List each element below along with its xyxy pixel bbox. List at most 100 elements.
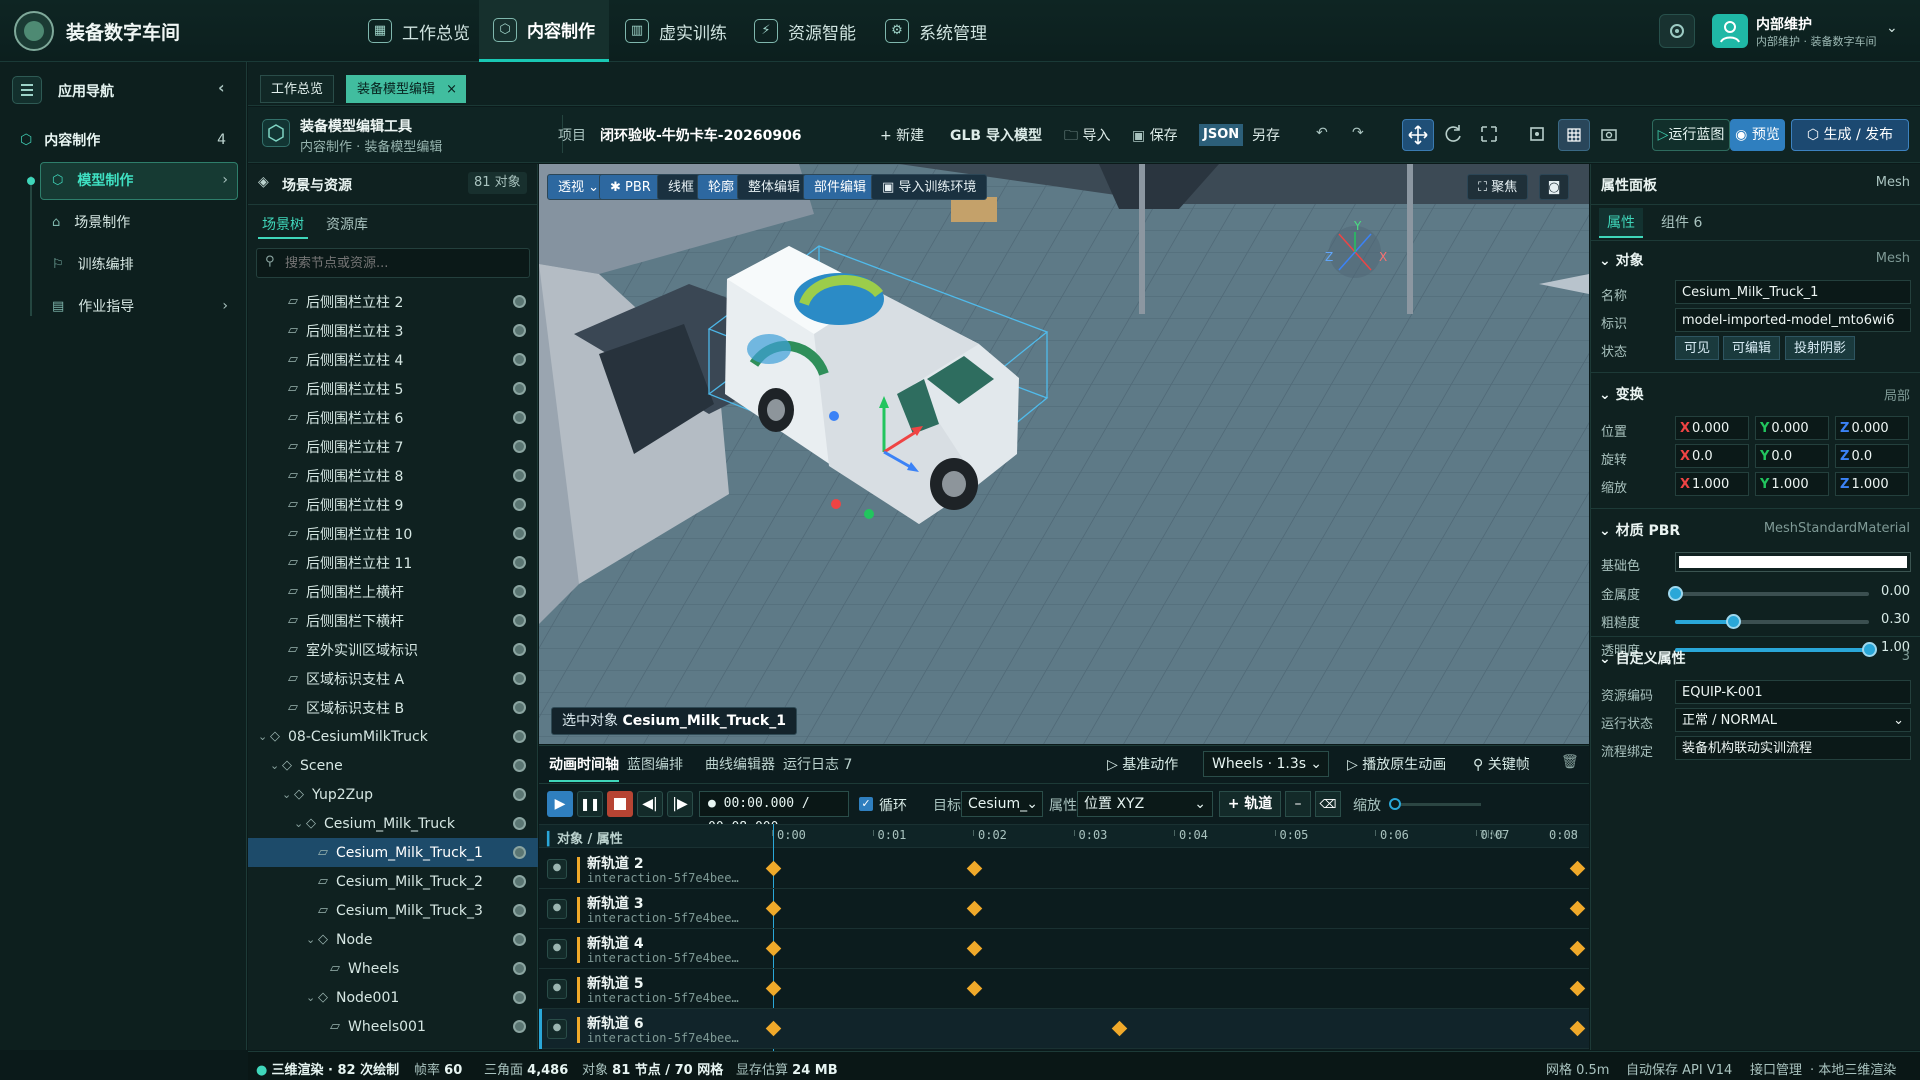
rotate-tool-icon[interactable] [1438, 119, 1470, 151]
keyframe-marker[interactable] [765, 980, 782, 997]
frame-tool-icon[interactable] [1522, 119, 1554, 151]
tree-node[interactable]: ▱ 后侧围栏立柱 3 [248, 316, 538, 345]
timeline-track[interactable]: ● 新轨道 6 interaction-5f7e4bee… [539, 1009, 1589, 1049]
name-field[interactable]: Cesium_Milk_Truck_1 [1675, 280, 1911, 304]
grid-toggle-icon[interactable] [1558, 119, 1590, 151]
track-visibility-icon[interactable]: ● [547, 859, 567, 879]
tab-model-editor[interactable]: 装备模型编辑 × [346, 75, 467, 103]
delete-icon[interactable]: 🗑 [1561, 754, 1579, 770]
tree-node[interactable]: ▱ Cesium_Milk_Truck_1 [248, 838, 538, 867]
visibility-eye-icon[interactable] [513, 614, 526, 627]
visibility-eye-icon[interactable] [513, 788, 526, 801]
chevron-down-icon[interactable]: ⌄ [306, 991, 318, 1004]
section-custom[interactable]: ⌄ 自定义属性 [1599, 648, 1686, 668]
keyframe-marker[interactable] [966, 980, 983, 997]
tree-node[interactable]: ⌄ ◇ Yup2Zup [248, 780, 538, 809]
tab-overview[interactable]: 工作总览 [260, 75, 335, 103]
id-field[interactable]: model-imported-model_mto6wi6 [1675, 308, 1911, 332]
visibility-eye-icon[interactable] [513, 991, 526, 1004]
settings-button[interactable] [1659, 14, 1695, 48]
save-button[interactable]: ▣ 保存 [1132, 125, 1178, 145]
tree-node[interactable]: ▱ Cesium_Milk_Truck_3 [248, 896, 538, 925]
section-object[interactable]: ⌄ 对象 [1599, 250, 1644, 270]
screenshot-icon[interactable]: ◙ [1539, 174, 1569, 200]
keyframe-marker[interactable] [1111, 1020, 1127, 1037]
tree-node[interactable]: ▱ 后侧围栏立柱 2 [248, 287, 538, 316]
material-slider[interactable] [1675, 614, 1869, 629]
nav-item-1[interactable]: ⌂ 场景制作 [40, 204, 238, 240]
clip-select[interactable]: Wheels · 1.3s ⌄ [1203, 751, 1329, 777]
json-export-button[interactable]: JSON [1199, 124, 1244, 146]
custom-prop-field[interactable]: 装备机构联动实训流程 [1675, 736, 1911, 760]
collapse-chevron-icon[interactable]: ‹ [218, 78, 225, 97]
chevron-down-icon[interactable]: ⌄ [270, 759, 282, 772]
tree-node[interactable]: ▱ 后侧围栏立柱 10 [248, 519, 538, 548]
visibility-eye-icon[interactable] [513, 527, 526, 540]
tab-scene-tree[interactable]: 场景树 [258, 211, 308, 239]
track-visibility-icon[interactable]: ● [547, 939, 567, 959]
undo-icon[interactable]: ↶ [1316, 125, 1328, 141]
visibility-eye-icon[interactable] [513, 846, 526, 859]
keyframe-marker[interactable] [966, 860, 983, 877]
menu-icon[interactable] [12, 76, 42, 104]
viewport-mode-button-1[interactable]: ✱ PBR [599, 174, 662, 200]
visibility-eye-icon[interactable] [513, 324, 526, 337]
topnav-item-4[interactable]: ⚙ 系统管理 [871, 0, 1001, 62]
timeline-track[interactable]: ● 新轨道 4 interaction-5f7e4bee… [539, 929, 1589, 969]
tree-node[interactable]: ▱ 后侧围栏立柱 6 [248, 403, 538, 432]
attribute-select[interactable]: 位置 XYZ ⌄ [1077, 791, 1213, 817]
target-select[interactable]: Cesium_ ⌄ [961, 791, 1043, 817]
chevron-down-icon[interactable]: ⌄ [306, 933, 318, 946]
tree-node[interactable]: ▱ Cesium_Milk_Truck_2 [248, 867, 538, 896]
viewport-mode-button-4[interactable]: 整体编辑 [737, 174, 812, 200]
slider-knob[interactable] [1668, 586, 1683, 601]
tree-node[interactable]: ▱ 后侧围栏立柱 5 [248, 374, 538, 403]
tree-node[interactable]: ▱ 区域标识支柱 A [248, 664, 538, 693]
move-tool-icon[interactable] [1402, 119, 1434, 151]
keyframe-marker[interactable] [765, 860, 782, 877]
transform-x-field[interactable]: X 0.000 [1675, 416, 1749, 440]
keyframe-marker[interactable] [765, 1020, 782, 1037]
transform-z-field[interactable]: Z 0.0 [1835, 444, 1909, 468]
tree-node[interactable]: ▱ 后侧围栏上横杆 [248, 577, 538, 606]
visibility-eye-icon[interactable] [513, 643, 526, 656]
tree-node[interactable]: ▱ 区域标识支柱 B [248, 693, 538, 722]
visibility-eye-icon[interactable] [513, 498, 526, 511]
visibility-eye-icon[interactable] [513, 585, 526, 598]
user-menu-chevron-icon[interactable]: ⌄ [1886, 20, 1898, 36]
tree-node[interactable]: ⌄ ◇ Node [248, 925, 538, 954]
slider-knob[interactable] [1726, 614, 1742, 629]
timeline-track[interactable]: ● 新轨道 5 interaction-5f7e4bee… [539, 969, 1589, 1009]
cast-shadow-toggle[interactable]: 投射阴影 [1785, 336, 1856, 360]
scale-tool-icon[interactable] [1474, 119, 1506, 151]
keyframe-marker[interactable] [1569, 940, 1586, 957]
import-button[interactable]: 🗀 导入 [1064, 125, 1110, 149]
add-track-button[interactable]: + 轨道 [1219, 791, 1281, 817]
keyframe-marker[interactable] [966, 900, 983, 917]
timeline-tab-3[interactable]: 运行日志 7 [783, 754, 852, 774]
visibility-eye-icon[interactable] [513, 672, 526, 685]
stop-button[interactable] [607, 791, 633, 817]
transform-x-field[interactable]: X 1.000 [1675, 472, 1749, 496]
custom-prop-field[interactable]: EQUIP-K-001 [1675, 680, 1911, 704]
tab-components[interactable]: 组件 6 [1661, 208, 1702, 238]
tree-node[interactable]: ▱ 后侧围栏立柱 7 [248, 432, 538, 461]
timeline-tab-0[interactable]: 动画时间轴 [549, 754, 619, 782]
new-button[interactable]: + 新建 [880, 125, 924, 145]
transform-x-field[interactable]: X 0.0 [1675, 444, 1749, 468]
focus-button[interactable]: ⛶ 聚焦 [1467, 174, 1529, 200]
visibility-eye-icon[interactable] [513, 295, 526, 308]
tree-node[interactable]: ⌄ ◇ Scene [248, 751, 538, 780]
tree-node[interactable]: ▱ Wheels [248, 954, 538, 983]
keyframe-marker[interactable] [966, 940, 983, 957]
topnav-item-3[interactable]: ⚡ 资源智能 [740, 0, 870, 62]
nav-group-content[interactable]: ⬡ 内容制作 4 [10, 122, 238, 158]
run-blueprint-button[interactable]: ▷运行蓝图 [1652, 119, 1730, 151]
visibility-eye-icon[interactable] [513, 411, 526, 424]
visibility-eye-icon[interactable] [513, 875, 526, 888]
transform-z-field[interactable]: Z 0.000 [1835, 416, 1909, 440]
transform-z-field[interactable]: Z 1.000 [1835, 472, 1909, 496]
keyframe-marker[interactable] [1569, 860, 1586, 877]
save-as-button[interactable]: 另存 [1252, 125, 1280, 145]
loop-checkbox[interactable]: ✓ [859, 797, 873, 811]
